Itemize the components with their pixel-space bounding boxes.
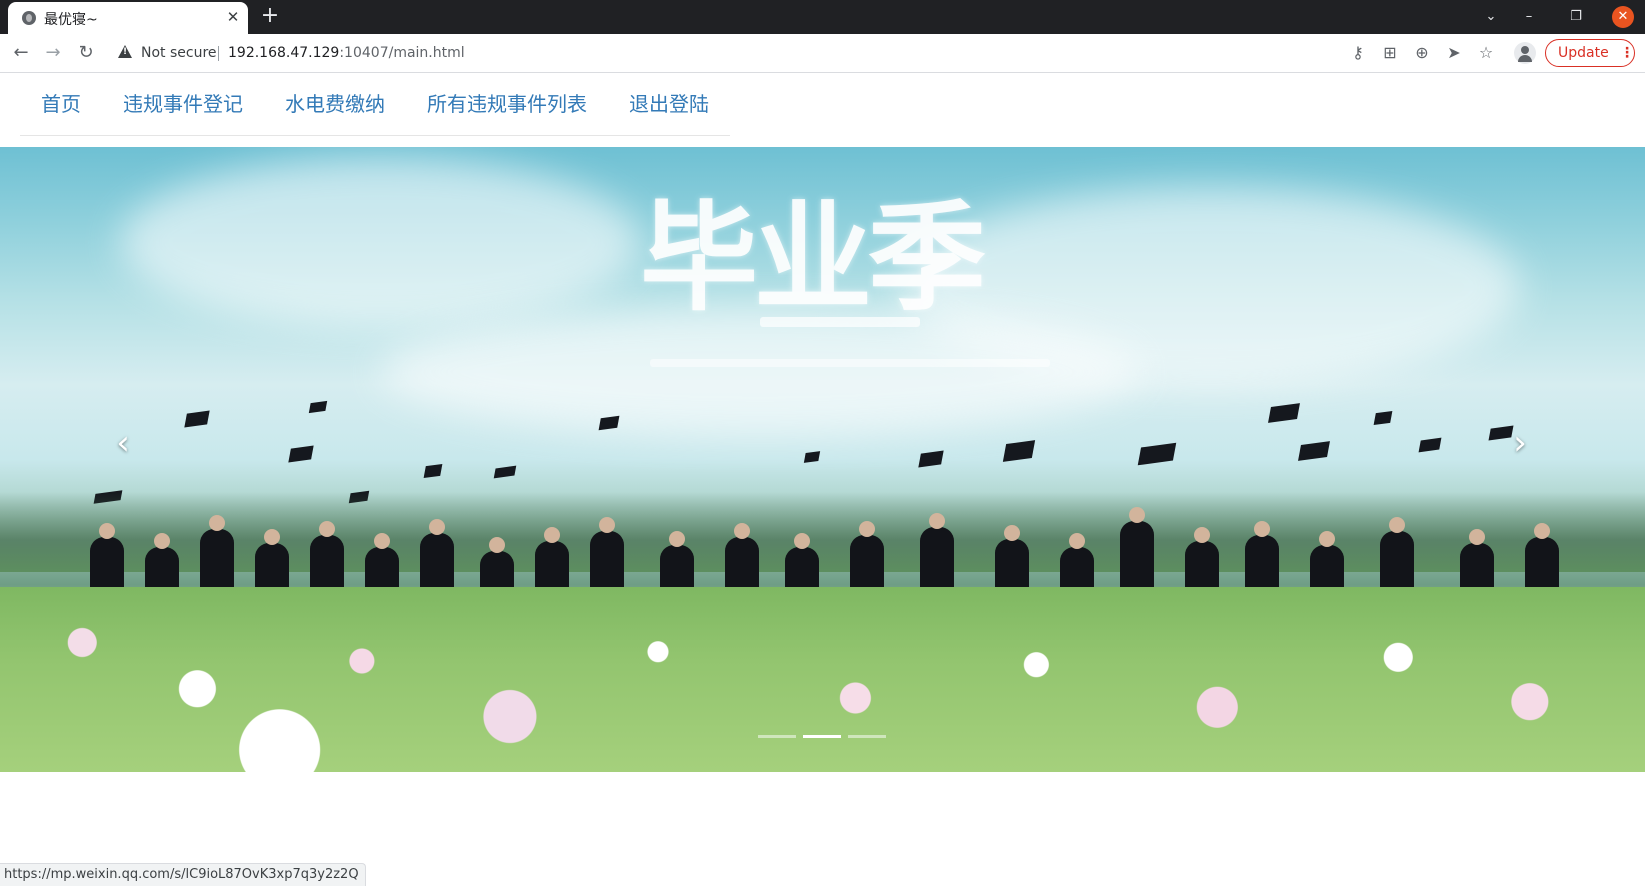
slide-slogan-line (650, 359, 1050, 367)
browser-tab-strip: 最优寝~ ✕ + ⌄ – ❐ ✕ (0, 0, 1645, 34)
url-host: 192.168.47.129 (228, 45, 340, 61)
address-bar[interactable]: Not secure 192.168.47.129:10407/main.htm… (108, 38, 1538, 68)
slide-slogan-subtitle (760, 317, 920, 327)
graduation-cap-icon (918, 450, 944, 468)
url-path: :10407/main.html (339, 45, 465, 61)
carousel-prev-control[interactable]: ‹ (103, 423, 143, 463)
nav-tabs: 首页 违规事件登记 水电费缴纳 所有违规事件列表 退出登陆 (20, 73, 730, 136)
nav-item-utility-payment[interactable]: 水电费缴纳 (264, 73, 406, 135)
menu-dots-icon: ⋮ (1620, 45, 1634, 61)
warning-icon (118, 45, 132, 58)
tab-close-icon[interactable]: ✕ (224, 8, 242, 26)
cloud-shape (120, 157, 640, 327)
graduation-cap-icon (288, 445, 314, 463)
send-icon[interactable]: ➤ (1442, 41, 1466, 65)
address-divider (218, 46, 219, 61)
flower-meadow (0, 587, 1645, 772)
graduation-cap-icon (1418, 437, 1442, 453)
restore-icon[interactable]: ❐ (1565, 6, 1587, 28)
back-icon[interactable]: ← (9, 41, 33, 65)
graduation-cap-icon (1137, 442, 1177, 466)
carousel-indicators (758, 735, 888, 741)
site-navbar: 首页 违规事件登记 水电费缴纳 所有违规事件列表 退出登陆 (0, 73, 1645, 147)
globe-icon (22, 11, 36, 25)
carousel-indicator[interactable] (848, 735, 886, 738)
window-close-icon[interactable]: ✕ (1612, 6, 1634, 28)
security-label[interactable]: Not secure (141, 45, 217, 61)
star-icon[interactable]: ☆ (1474, 41, 1498, 65)
minimize-icon[interactable]: – (1518, 6, 1540, 28)
nav-item-home[interactable]: 首页 (20, 73, 102, 135)
browser-toolbar: ← → ↻ Not secure 192.168.47.129:10407/ma… (0, 34, 1645, 73)
graduation-cap-icon (184, 410, 210, 428)
graduation-cap-icon (803, 451, 821, 463)
profile-avatar-icon[interactable] (1514, 42, 1536, 64)
forward-icon[interactable]: → (41, 41, 65, 65)
tab-search-icon[interactable]: ⌄ (1480, 6, 1502, 28)
graduation-cap-icon (1298, 441, 1330, 461)
update-label: Update (1558, 45, 1609, 61)
browser-tab[interactable]: 最优寝~ ✕ (8, 2, 248, 34)
nav-item-violation-register[interactable]: 违规事件登记 (102, 73, 264, 135)
update-button[interactable]: Update ⋮ (1545, 39, 1635, 67)
graduation-cap-icon (1373, 410, 1393, 426)
graduation-cap-icon (423, 463, 443, 479)
slide-slogan: 毕业季 (640, 189, 986, 327)
graduation-cap-icon (1268, 403, 1300, 423)
nav-item-logout[interactable]: 退出登陆 (608, 73, 730, 135)
graduation-cap-icon (493, 465, 517, 479)
translate-icon[interactable]: ⊞ (1378, 41, 1402, 65)
reload-icon[interactable]: ↻ (74, 41, 98, 65)
graduation-cap-icon (1002, 440, 1036, 462)
nav-item-violation-list[interactable]: 所有违规事件列表 (406, 73, 608, 135)
carousel-indicator[interactable] (758, 735, 796, 738)
image-carousel: 毕业季 ‹ › (0, 147, 1645, 772)
new-tab-button[interactable]: + (258, 4, 282, 28)
carousel-next-control[interactable]: › (1500, 423, 1540, 463)
key-icon[interactable]: ⚷ (1346, 41, 1370, 65)
link-status-bar: https://mp.weixin.qq.com/s/lC9ioL87OvK3x… (0, 863, 366, 886)
url-text[interactable]: 192.168.47.129:10407/main.html (228, 45, 465, 61)
carousel-indicator-active[interactable] (803, 735, 841, 738)
zoom-icon[interactable]: ⊕ (1410, 41, 1434, 65)
tab-title: 最优寝~ (44, 12, 98, 28)
graduation-cap-icon (308, 400, 328, 414)
